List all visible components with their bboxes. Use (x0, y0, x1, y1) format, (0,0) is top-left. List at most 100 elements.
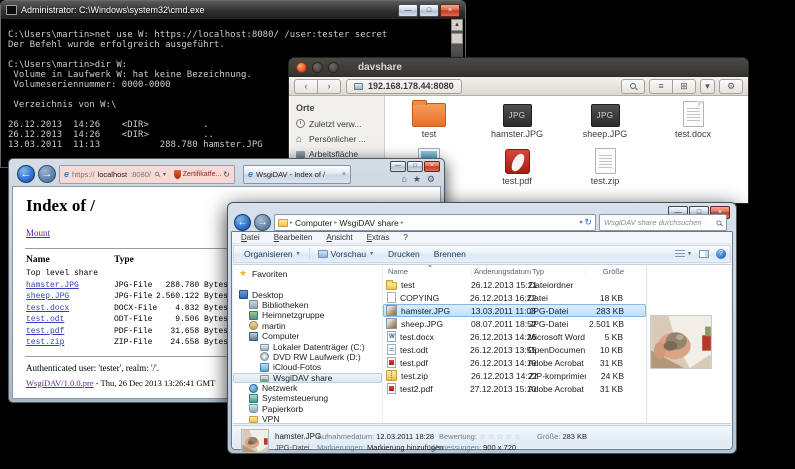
minimize-button[interactable]: — (398, 4, 418, 17)
column-header-type[interactable]: Typ (529, 267, 586, 276)
file-link[interactable]: sheep.JPG (26, 292, 69, 301)
menu-item[interactable]: Datei (235, 232, 266, 243)
file-tile[interactable]: hamster.JPG (473, 99, 561, 146)
file-link[interactable]: test.odt (26, 315, 64, 324)
burn-button[interactable]: Brennen (428, 249, 472, 259)
maximize-button[interactable] (328, 62, 339, 73)
breadcrumb[interactable]: ▸ Computer ▸ WsgiDAV share ▸ ▾ (274, 214, 596, 231)
file-row[interactable]: test.zip 26.12.2013 14:22 ZIP-komprimier… (383, 369, 646, 382)
menu-item[interactable]: Bearbeiten (268, 232, 319, 243)
tree-item[interactable]: Heimnetzgruppe (233, 310, 382, 320)
forward-icon[interactable]: › (317, 79, 341, 94)
favorites-star-icon[interactable]: ★ (413, 174, 421, 185)
file-tile[interactable]: sheep.JPG (561, 99, 649, 146)
file-icon (591, 99, 620, 127)
column-header-size[interactable]: Größe (586, 267, 626, 276)
file-tile[interactable]: test.zip (561, 146, 649, 193)
file-row[interactable]: hamster.JPG 13.03.2011 11:03 JPG-Datei 2… (383, 304, 646, 317)
search-icon[interactable] (155, 172, 159, 176)
explorer-search-input[interactable]: WsgiDAV share durchsuchen (599, 214, 727, 231)
search-icon[interactable] (621, 79, 645, 94)
preview-button[interactable]: Vorschau▼ (312, 249, 380, 259)
file-row[interactable]: test 26.12.2013 15:21 Dateiordner (383, 278, 646, 291)
chevron-down-icon[interactable]: ▾ (700, 79, 715, 94)
tree-item[interactable]: martin (233, 321, 382, 331)
tree-item[interactable]: DVD RW Laufwerk (D:) (233, 352, 382, 362)
mount-link[interactable]: Mount (26, 228, 50, 238)
grid-view-icon[interactable]: ⊞ (672, 79, 696, 94)
file-row[interactable]: test.docx 26.12.2013 14:26 Microsoft Wor… (383, 330, 646, 343)
list-view-icon[interactable]: ≡ (649, 79, 673, 94)
file-type: ZIP-File (114, 337, 156, 349)
file-row[interactable]: sheep.JPG 08.07.2011 18:52 JPG-Datei 2.5… (383, 317, 646, 330)
organize-button[interactable]: Organisieren▼ (238, 249, 307, 259)
print-button[interactable]: Drucken (382, 249, 426, 259)
back-icon[interactable]: ← (17, 165, 35, 183)
close-button[interactable]: × (424, 161, 440, 172)
rating-stars-icon: ☆☆☆☆☆ (479, 432, 522, 441)
minimize-button[interactable]: — (390, 161, 406, 172)
browser-tab[interactable]: e WsgiDAV - Index of / × (243, 165, 351, 184)
close-button[interactable]: × (440, 4, 460, 17)
gear-icon[interactable]: ⚙ (427, 174, 435, 185)
file-tile[interactable]: test.docx (649, 99, 737, 146)
file-row[interactable]: test2.pdf 27.12.2013 15:10 Adobe Acrobat… (383, 382, 646, 395)
details-tags[interactable]: Markierungen: Markierung hinzufügen (317, 443, 443, 452)
tree-item[interactable]: Favoriten (233, 269, 382, 279)
tree-item[interactable]: iCloud-Fotos (233, 362, 382, 372)
tree-item[interactable]: Papierkorb (233, 404, 382, 414)
refresh-icon[interactable]: ↻ (584, 217, 592, 228)
tree-item[interactable]: Bibliotheken (233, 300, 382, 310)
tree-item[interactable]: Netzwerk (233, 383, 382, 393)
menu-item[interactable]: Extras (361, 232, 396, 243)
nautilus-titlebar[interactable]: davshare (289, 58, 748, 77)
file-tile[interactable]: test (385, 99, 473, 146)
file-row[interactable]: COPYING 26.12.2013 16:22 Datei 18 KB (383, 291, 646, 304)
location-breadcrumb[interactable]: 192.168.178.44:8080 (346, 79, 462, 94)
refresh-icon[interactable]: ↻ (223, 170, 230, 179)
column-header-date[interactable]: Änderungsdatum (471, 267, 529, 276)
wsgidav-version-link[interactable]: WsgiDAV/1.0.0.pre (26, 378, 94, 388)
tab-close-icon[interactable]: × (342, 171, 346, 178)
menu-item[interactable]: Ansicht (320, 232, 358, 243)
file-link[interactable]: test.zip (26, 338, 64, 347)
file-link[interactable]: test.pdf (26, 327, 64, 336)
scroll-up-icon[interactable]: ▲ (451, 19, 463, 31)
forward-icon[interactable]: → (254, 214, 271, 231)
sidebar-place-item[interactable]: Persönlicher ... (296, 131, 384, 146)
cmd-titlebar[interactable]: Administrator: C:\Windows\system32\cmd.e… (1, 1, 465, 19)
details-rating[interactable]: Bewertung: ☆☆☆☆☆ (439, 432, 522, 441)
tree-item[interactable]: Desktop (233, 289, 382, 299)
tree-item[interactable]: WsgiDAV share (233, 373, 382, 383)
back-icon[interactable]: ‹ (294, 79, 318, 94)
help-icon[interactable]: ? (716, 249, 726, 259)
file-row[interactable]: test.pdf 26.12.2013 14:19 Adobe Acrobat … (383, 356, 646, 369)
file-row[interactable]: test.odt 26.12.2013 13:55 OpenDocument T… (383, 343, 646, 356)
home-icon[interactable]: ⌂ (401, 174, 406, 185)
change-view-button[interactable]: ▼ (675, 250, 692, 258)
minimize-button[interactable] (312, 62, 323, 73)
gear-icon[interactable]: ⚙ (719, 79, 743, 94)
breadcrumb-segment[interactable]: WsgiDAV share ▸ (339, 218, 403, 228)
forward-icon[interactable]: → (38, 165, 56, 183)
close-button[interactable] (296, 62, 307, 73)
file-link[interactable]: hamster.JPG (26, 281, 79, 290)
chevron-down-icon[interactable]: ▾ (163, 171, 166, 178)
back-icon[interactable]: ← (234, 214, 251, 231)
scrollbar-thumb[interactable] (451, 33, 463, 44)
menu-item[interactable]: ? (397, 232, 413, 243)
chevron-down-icon[interactable]: ▾ (579, 219, 582, 226)
sidebar-place-item[interactable]: Zuletzt verw... (296, 116, 384, 131)
certificate-error-badge[interactable]: Zertifikatfe... ↻ (174, 170, 230, 179)
file-link[interactable]: test.docx (26, 304, 69, 313)
tree-item[interactable]: VPN (233, 414, 382, 423)
maximize-button[interactable]: □ (407, 161, 423, 172)
breadcrumb-segment[interactable]: Computer ▸ (295, 218, 337, 228)
maximize-button[interactable]: □ (419, 4, 439, 17)
file-tile[interactable]: test.pdf (473, 146, 561, 193)
preview-pane-toggle-icon[interactable] (699, 250, 709, 258)
tree-item[interactable]: Lokaler Datenträger (C:) (233, 341, 382, 351)
tree-item[interactable]: Systemsteuerung (233, 393, 382, 403)
address-bar[interactable]: e https://localhost:8080/ ▾ Zertifikatfe… (59, 165, 235, 184)
tree-item[interactable]: Computer (233, 331, 382, 341)
